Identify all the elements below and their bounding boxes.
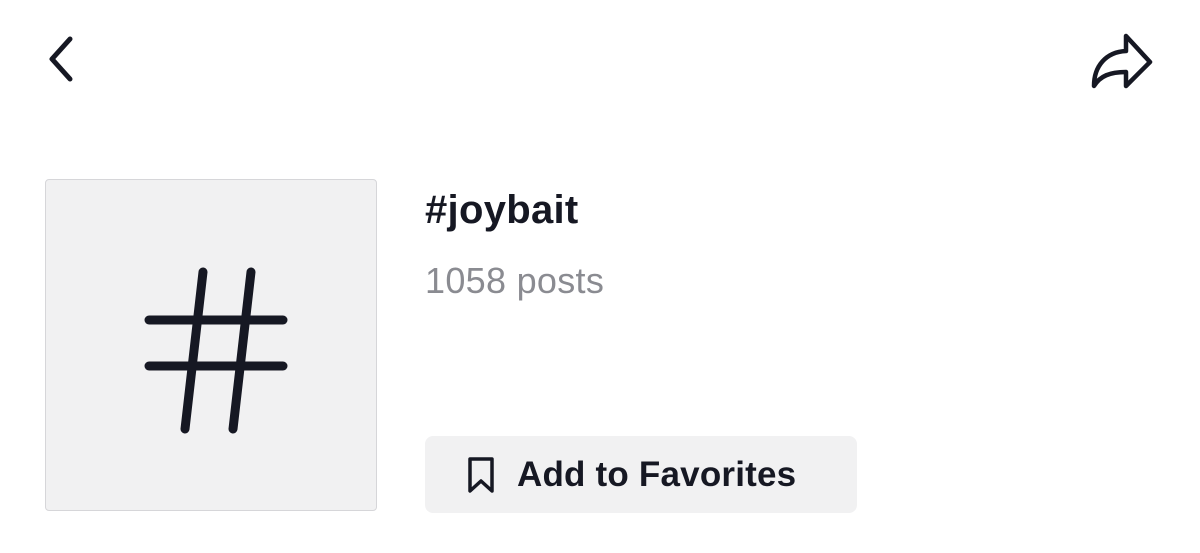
hashtag-thumbnail [45, 179, 377, 511]
add-to-favorites-button[interactable]: Add to Favorites [425, 436, 857, 513]
add-to-favorites-label: Add to Favorites [517, 454, 797, 494]
share-arrow-icon [1088, 30, 1154, 95]
back-button[interactable] [32, 28, 92, 94]
share-button[interactable] [1080, 26, 1162, 98]
post-count: 1058 posts [425, 260, 605, 301]
chevron-left-icon [42, 31, 82, 92]
hashtag-title: #joybait [425, 188, 579, 232]
bookmark-icon [463, 453, 499, 497]
